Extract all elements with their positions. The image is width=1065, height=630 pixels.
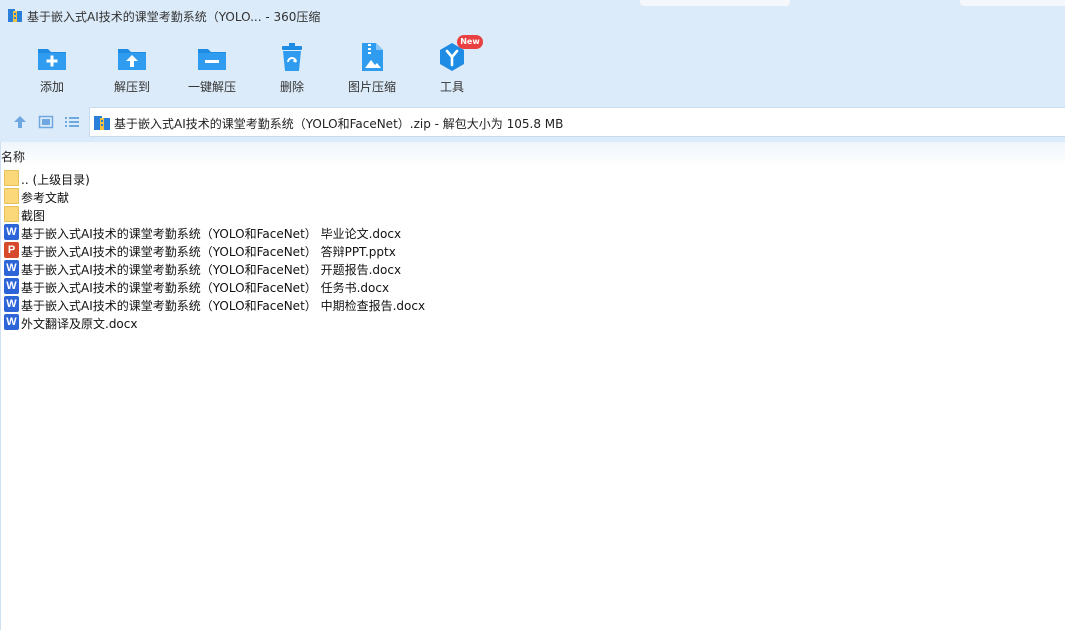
- word-file-icon: W: [4, 224, 19, 240]
- file-row[interactable]: W 基于嵌入式AI技术的课堂考勤系统（YOLO和FaceNet） 毕业论文.doc…: [0, 223, 1065, 241]
- folder-row[interactable]: 参考文献: [0, 187, 1065, 205]
- file-name: 基于嵌入式AI技术的课堂考勤系统（YOLO和FaceNet） 答辩PPT.ppt…: [21, 245, 396, 259]
- title-decoration: [960, 0, 1065, 6]
- word-file-icon: W: [4, 296, 19, 312]
- file-name: .. (上级目录): [21, 173, 90, 187]
- word-file-icon: W: [4, 278, 19, 294]
- app-window: 基于嵌入式AI技术的课堂考勤系统（YOLO... - 360压缩 添加 解压到: [0, 0, 1065, 630]
- delete-label: 删除: [279, 80, 304, 94]
- extract-to-label: 解压到: [113, 80, 150, 94]
- extract-to-button[interactable]: 解压到: [92, 38, 172, 100]
- one-click-extract-label: 一键解压: [187, 80, 236, 94]
- file-name: 外文翻译及原文.docx: [21, 317, 138, 331]
- file-row[interactable]: W 外文翻译及原文.docx: [0, 313, 1065, 331]
- one-click-extract-icon: [198, 49, 226, 70]
- powerpoint-file-icon: P: [4, 242, 19, 258]
- up-arrow-icon[interactable]: [11, 113, 29, 131]
- tools-button[interactable]: New 工具: [412, 35, 492, 100]
- folder-icon: [4, 206, 19, 222]
- window-title: 基于嵌入式AI技术的课堂考勤系统（YOLO... - 360压缩: [27, 10, 321, 24]
- file-name: 截图: [21, 209, 46, 223]
- file-name: 基于嵌入式AI技术的课堂考勤系统（YOLO和FaceNet） 中期检查报告.do…: [21, 299, 426, 313]
- folder-row[interactable]: .. (上级目录): [0, 169, 1065, 187]
- archive-file-icon: [94, 116, 110, 130]
- new-badge: New: [457, 35, 483, 49]
- view-list-icon[interactable]: [63, 113, 81, 131]
- add-button[interactable]: 添加: [12, 38, 92, 100]
- image-compress-label: 图片压缩: [347, 80, 396, 94]
- folder-row[interactable]: 截图: [0, 205, 1065, 223]
- file-row[interactable]: P 基于嵌入式AI技术的课堂考勤系统（YOLO和FaceNet） 答辩PPT.pp…: [0, 241, 1065, 259]
- file-name: 参考文献: [21, 191, 70, 205]
- toolbar: 添加 解压到 一键解压 删除 图片压缩 New 工具: [0, 32, 1065, 102]
- image-compress-button[interactable]: 图片压缩: [332, 38, 412, 100]
- title-decoration: [640, 0, 790, 6]
- add-label: 添加: [39, 80, 64, 94]
- address-bar[interactable]: 基于嵌入式AI技术的课堂考勤系统（YOLO和FaceNet）.zip - 解包大…: [89, 107, 1065, 137]
- file-row[interactable]: W 基于嵌入式AI技术的课堂考勤系统（YOLO和FaceNet） 开题报告.doc…: [0, 259, 1065, 277]
- archive-app-icon: [8, 9, 22, 22]
- file-name: 基于嵌入式AI技术的课堂考勤系统（YOLO和FaceNet） 开题报告.docx: [21, 263, 402, 277]
- tools-label: 工具: [439, 80, 464, 94]
- extract-to-icon: [118, 49, 146, 70]
- add-icon: [38, 49, 66, 70]
- address-row: 基于嵌入式AI技术的课堂考勤系统（YOLO和FaceNet）.zip - 解包大…: [0, 102, 1065, 142]
- file-row[interactable]: W 基于嵌入式AI技术的课堂考勤系统（YOLO和FaceNet） 中期检查报告.d…: [0, 295, 1065, 313]
- delete-button[interactable]: 删除: [252, 38, 332, 100]
- word-file-icon: W: [4, 260, 19, 276]
- view-thumbnail-icon[interactable]: [37, 113, 55, 131]
- folder-icon: [4, 170, 19, 186]
- delete-icon: [282, 43, 302, 71]
- address-text: 基于嵌入式AI技术的课堂考勤系统（YOLO和FaceNet）.zip - 解包大…: [114, 117, 564, 131]
- image-compress-icon: [362, 43, 383, 71]
- file-name: 基于嵌入式AI技术的课堂考勤系统（YOLO和FaceNet） 任务书.docx: [21, 281, 390, 295]
- column-header: 名称: [0, 142, 1065, 166]
- folder-icon: [4, 188, 19, 204]
- word-file-icon: W: [4, 314, 19, 330]
- title-bar[interactable]: 基于嵌入式AI技术的课堂考勤系统（YOLO... - 360压缩: [0, 0, 1065, 32]
- one-click-extract-button[interactable]: 一键解压: [172, 38, 252, 100]
- file-name: 基于嵌入式AI技术的课堂考勤系统（YOLO和FaceNet） 毕业论文.docx: [21, 227, 402, 241]
- column-name-header[interactable]: 名称: [1, 148, 25, 165]
- file-list: .. (上级目录) 参考文献 截图 W 基于嵌入式AI技术的课堂考勤系统（YOLO和Fa…: [0, 169, 1065, 331]
- file-row[interactable]: W 基于嵌入式AI技术的课堂考勤系统（YOLO和FaceNet） 任务书.docx: [0, 277, 1065, 295]
